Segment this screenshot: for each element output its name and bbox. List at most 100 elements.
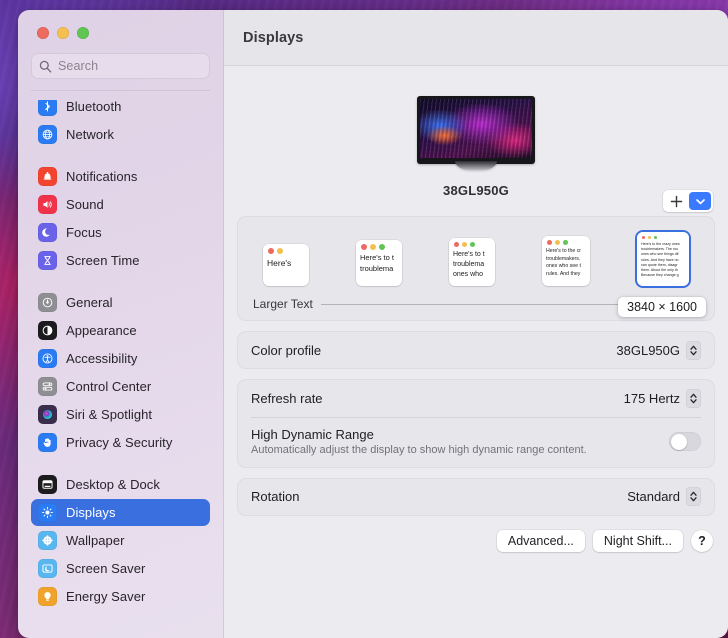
refresh-rate-stepper-icon[interactable]	[686, 388, 701, 408]
rotation-value: Standard	[627, 489, 680, 505]
chevron-down-icon[interactable]	[689, 192, 711, 210]
thumbnail-text: Here's to the cr troublemakers. ones who s…	[542, 248, 590, 278]
sidebar-item-label: Accessibility	[66, 351, 138, 366]
sidebar-item-notifications[interactable]: Notifications	[31, 163, 210, 190]
bulb-icon	[38, 587, 57, 606]
sidebar-item-energy-saver[interactable]: Energy Saver	[31, 583, 210, 610]
moon-icon	[38, 223, 57, 242]
color-profile-value: 38GL950G	[616, 342, 680, 358]
resolution-picker[interactable]: Here's Here's to t troublema Here's to t tro…	[237, 216, 715, 321]
minimize-button[interactable]	[57, 27, 69, 39]
rotation-stepper-icon[interactable]	[686, 487, 701, 507]
hdr-row[interactable]: High Dynamic Range Automatically adjust …	[237, 418, 715, 468]
refresh-rate-value: 175 Hertz	[623, 390, 680, 406]
sidebar-item-label: Screen Time	[66, 253, 140, 268]
hdr-toggle[interactable]	[669, 432, 701, 451]
color-profile-card: Color profile 38GL950G	[237, 331, 715, 369]
sidebar-item-control-center[interactable]: Control Center	[31, 373, 210, 400]
thumbnail-traffic-lights	[542, 236, 590, 248]
sidebar-item-label: Displays	[66, 505, 116, 520]
sidebar-item-network[interactable]: Network	[31, 121, 210, 148]
sidebar-item-displays[interactable]: Displays	[31, 499, 210, 526]
search-icon	[39, 60, 52, 73]
color-profile-stepper-icon[interactable]	[686, 340, 701, 360]
thumbnail-text-line: Here's to t	[453, 251, 485, 258]
refresh-rate-row[interactable]: Refresh rate 175 Hertz	[237, 379, 715, 417]
thumbnail-traffic-lights	[263, 244, 309, 257]
globe-icon	[38, 125, 57, 144]
resolution-thumbnails[interactable]: Here's Here's to t troublema Here's to t tro…	[251, 230, 701, 286]
sidebar-item-label: Siri & Spotlight	[66, 407, 153, 422]
thumbnail-text: Here's	[263, 257, 309, 269]
siri-icon	[38, 405, 57, 424]
nav-group: General Appearance Accessibility Control Ce…	[31, 287, 210, 456]
rotation-row[interactable]: Rotation Standard	[237, 478, 715, 516]
thumbnail-traffic-lights	[637, 232, 689, 242]
sidebar-item-screen-time[interactable]: Screen Time	[31, 247, 210, 274]
sidebar-item-label: Sound	[66, 197, 104, 212]
nav-group-gap	[31, 457, 210, 469]
search-input[interactable]: Search	[31, 53, 210, 79]
search-container: Search	[18, 39, 223, 91]
accessibility-icon	[38, 349, 57, 368]
help-button[interactable]: ?	[691, 529, 713, 552]
resolution-thumbnail-1[interactable]: Here's to t troublema	[356, 240, 402, 286]
sidebar-item-label: Appearance	[66, 323, 137, 338]
color-profile-row[interactable]: Color profile 38GL950G	[237, 331, 715, 369]
thumbnail-text-line: troublema	[360, 263, 394, 273]
thumbnail-text: Here's to the crazy ones troublemakers. T…	[637, 242, 689, 279]
resolution-thumbnail-2[interactable]: Here's to t troublema ones who	[449, 238, 495, 286]
night-shift-button[interactable]: Night Shift...	[592, 529, 683, 552]
display-preview: 38GL950G	[237, 66, 715, 216]
window-traffic-lights	[18, 10, 223, 39]
resolution-tooltip: 3840 × 1600	[618, 297, 706, 317]
zoom-button[interactable]	[77, 27, 89, 39]
sidebar-item-sound[interactable]: Sound	[31, 191, 210, 218]
thumbnail-dot	[547, 240, 552, 245]
monitor-stand	[455, 161, 497, 170]
content-body: 38GL950G Here's Here's to t troublema He…	[224, 66, 728, 638]
sidebar-item-bluetooth[interactable]: Bluetooth	[31, 100, 210, 120]
thumbnail-traffic-lights	[356, 240, 402, 253]
sidebar: Search Bluetooth Network Notifications Soun…	[18, 10, 224, 638]
sidebar-item-label: Network	[66, 127, 115, 142]
advanced-button[interactable]: Advanced...	[496, 529, 585, 552]
thumbnail-dot	[361, 244, 367, 250]
sidebar-item-appearance[interactable]: Appearance	[31, 317, 210, 344]
thumbnail-text-line: rules. And they	[546, 270, 581, 277]
add-display-control[interactable]	[663, 190, 713, 212]
system-settings-window: Search Bluetooth Network Notifications Soun…	[18, 10, 728, 638]
sidebar-item-focus[interactable]: Focus	[31, 219, 210, 246]
sidebar-item-accessibility[interactable]: Accessibility	[31, 345, 210, 372]
thumbnail-dot	[462, 242, 467, 247]
nav-group: Notifications Sound Focus Screen Time	[31, 161, 210, 274]
resolution-track[interactable]	[320, 303, 627, 305]
sidebar-item-siri-spotlight[interactable]: Siri & Spotlight	[31, 401, 210, 428]
resolution-thumbnail-3[interactable]: Here's to the cr troublemakers. ones who s…	[542, 236, 590, 286]
sidebar-item-screen-saver[interactable]: Screen Saver	[31, 555, 210, 582]
close-button[interactable]	[37, 27, 49, 39]
sidebar-item-wallpaper[interactable]: Wallpaper	[31, 527, 210, 554]
monitor-graphic[interactable]	[417, 96, 535, 170]
sidebar-item-label: Wallpaper	[66, 533, 125, 548]
plus-icon[interactable]	[663, 190, 689, 212]
thumbnail-text-line: Here's to the cr	[546, 248, 582, 254]
thumbnail-text: Here's to t troublema ones who	[449, 250, 495, 280]
thumbnail-dot	[563, 240, 568, 245]
thumbnail-dot	[277, 248, 283, 254]
thumbnail-dot	[654, 236, 657, 239]
hand-icon	[38, 433, 57, 452]
refresh-rate-label: Refresh rate	[251, 390, 323, 406]
resolution-thumbnail-0[interactable]: Here's	[263, 244, 309, 286]
thumbnail-text-line: ones who	[453, 271, 483, 279]
sidebar-item-privacy-security[interactable]: Privacy & Security	[31, 429, 210, 456]
thumbnail-dot	[454, 242, 459, 247]
sidebar-nav[interactable]: Bluetooth Network Notifications Sound Focus S…	[18, 100, 223, 638]
sidebar-item-general[interactable]: General	[31, 289, 210, 316]
sidebar-item-desktop-dock[interactable]: Desktop & Dock	[31, 471, 210, 498]
page-title: Displays	[243, 29, 304, 46]
wallpaper-icon	[38, 531, 57, 550]
sidebar-divider	[31, 90, 210, 91]
screensaver-icon	[38, 559, 57, 578]
resolution-thumbnail-4[interactable]: Here's to the crazy ones troublemakers. T…	[637, 232, 689, 286]
